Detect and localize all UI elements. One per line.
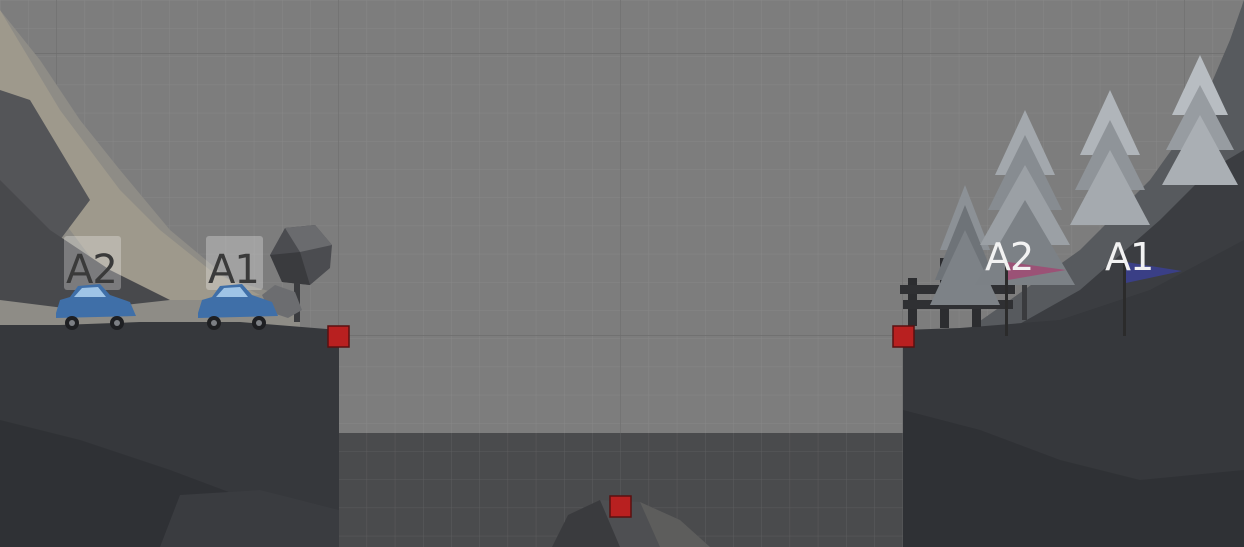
left-cliff <box>0 322 339 547</box>
flag-label-a1: A1 <box>1105 235 1153 279</box>
flag-label-a2: A2 <box>985 235 1033 279</box>
anchor-icon <box>327 325 350 348</box>
right-cliff-anchor[interactable] <box>892 325 915 348</box>
left-cliff-anchor[interactable] <box>327 325 350 348</box>
anchor-icon <box>609 495 632 518</box>
center-rock-anchor[interactable] <box>609 495 632 518</box>
bridge-build-scene[interactable]: A2 A1 A2 A1 <box>0 0 1244 547</box>
anchor-icon <box>892 325 915 348</box>
scene-canvas: A2 A1 A2 A1 <box>0 0 1244 547</box>
